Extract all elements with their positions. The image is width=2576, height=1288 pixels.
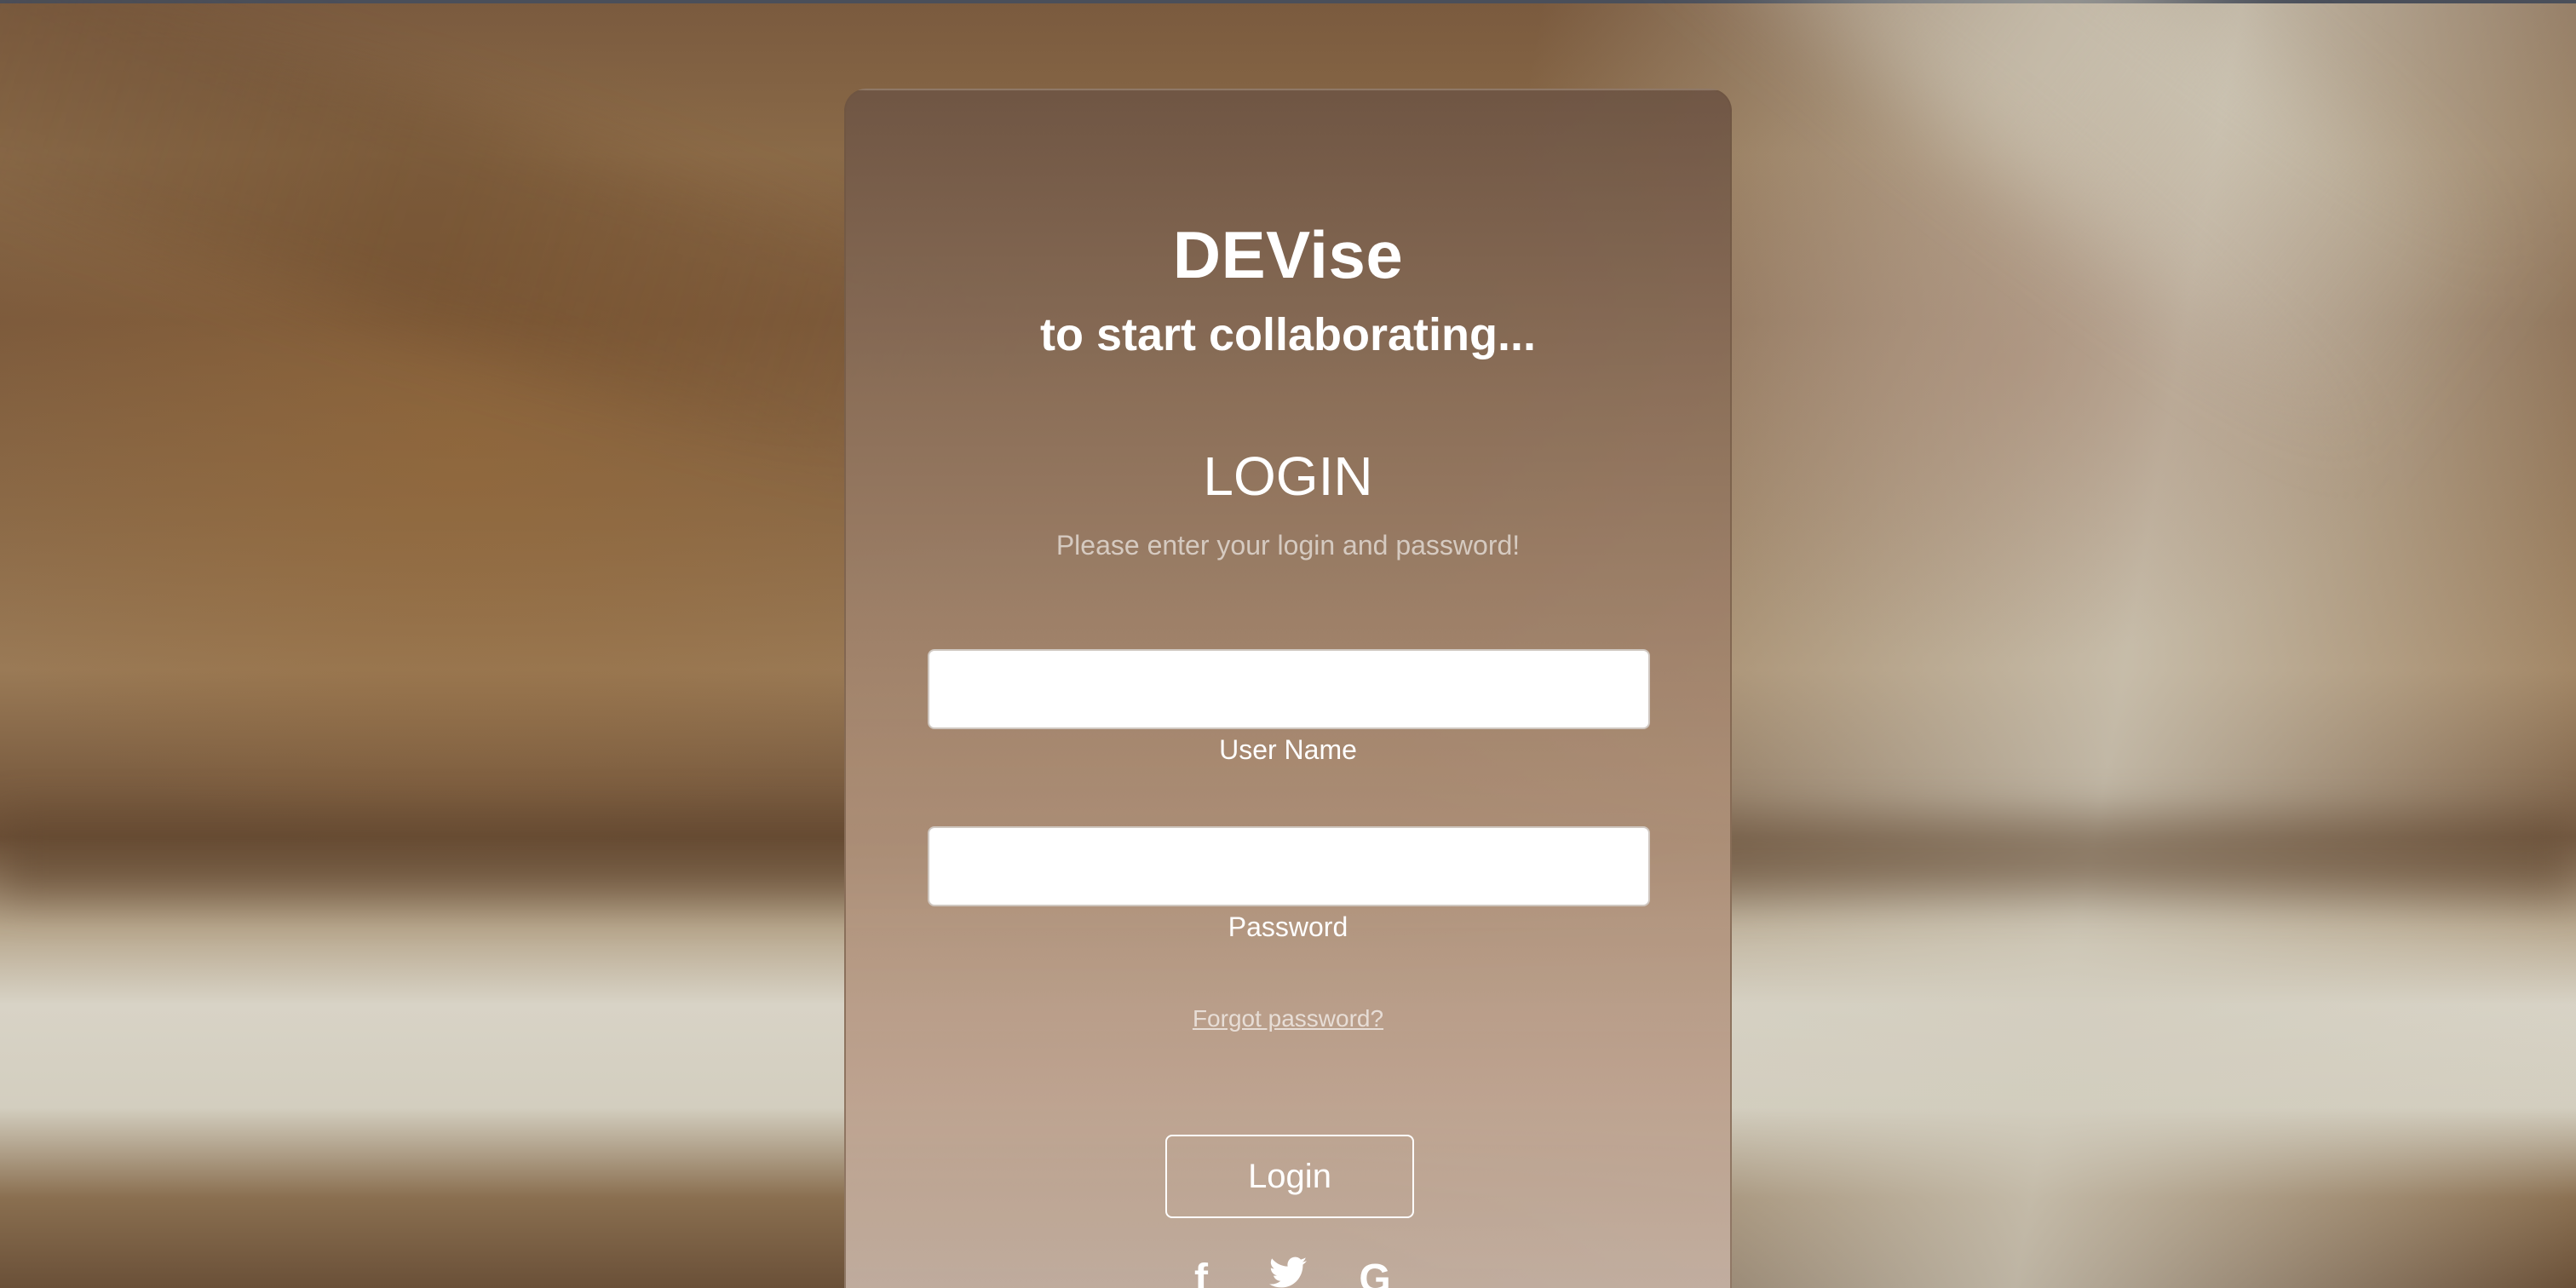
google-icon[interactable]: G bbox=[1356, 1256, 1394, 1288]
social-login-icons: f G bbox=[846, 1256, 1730, 1288]
login-page: DEVise to start collaborating... LOGIN P… bbox=[0, 0, 2576, 1288]
brand-tagline: to start collaborating... bbox=[1039, 309, 1537, 360]
login-heading: LOGIN bbox=[1203, 446, 1373, 507]
login-card: DEVise to start collaborating... LOGIN P… bbox=[844, 89, 1732, 1288]
password-label: Password bbox=[1228, 911, 1348, 942]
username-label: User Name bbox=[1219, 734, 1357, 765]
forgot-password-link[interactable]: Forgot password? bbox=[846, 1005, 1730, 1032]
username-input[interactable] bbox=[928, 649, 1650, 729]
twitter-icon[interactable] bbox=[1269, 1256, 1307, 1288]
brand-title: DEVise bbox=[1172, 217, 1404, 292]
facebook-icon[interactable]: f bbox=[1182, 1256, 1220, 1288]
login-subtitle: Please enter your login and password! bbox=[1055, 530, 1521, 561]
password-input[interactable] bbox=[928, 826, 1650, 906]
login-button[interactable]: Login bbox=[1165, 1135, 1414, 1218]
